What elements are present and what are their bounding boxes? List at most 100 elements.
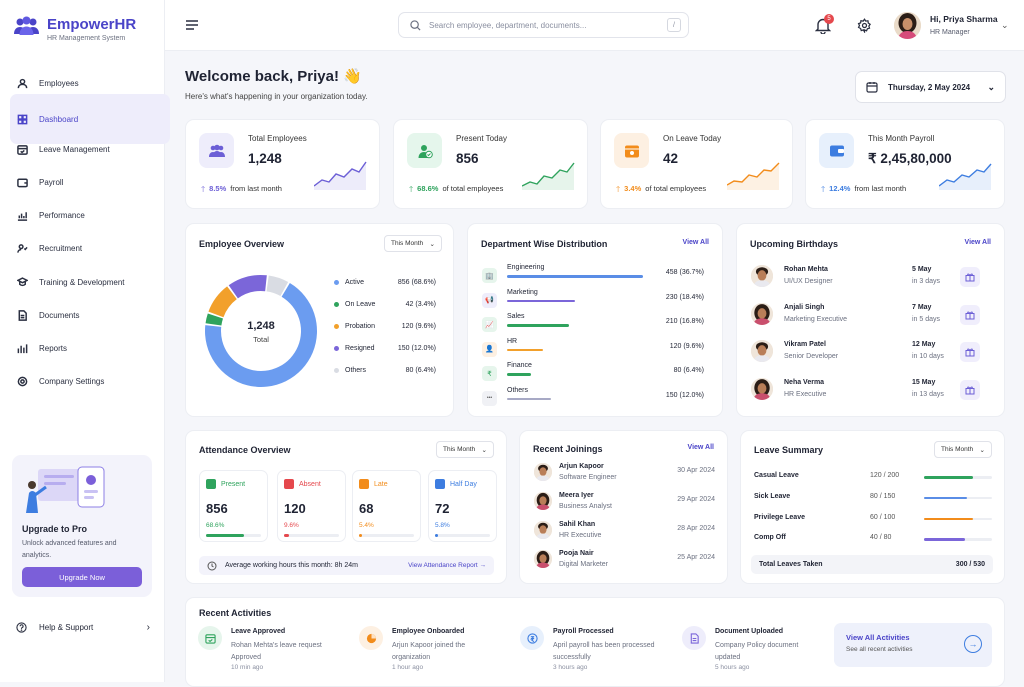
- search-input[interactable]: Search employee, department, documents..…: [429, 21, 586, 30]
- joining-row[interactable]: Arjun Kapoor Software Engineer 30 Apr 2024: [534, 461, 715, 489]
- legend-resigned: Resigned 150 (12.0%): [334, 345, 436, 352]
- department-row[interactable]: ₹ Finance 80 (6.4%): [482, 362, 704, 386]
- attendance-tile-half-day[interactable]: Half Day 72 5.8%: [428, 470, 497, 542]
- activity-time: 5 hours ago: [715, 664, 750, 671]
- view-attendance-report-link[interactable]: View Attendance Report →: [408, 562, 486, 569]
- training-icon: [17, 276, 28, 286]
- sidebar-item-documents[interactable]: Documents: [10, 300, 154, 330]
- sparkline: [522, 162, 575, 190]
- birthday-row[interactable]: Anjali Singh Marketing Executive 7 May in 5…: [751, 301, 980, 329]
- sidebar-item-payroll[interactable]: Payroll: [10, 168, 154, 198]
- joining-date: 29 Apr 2024: [677, 496, 715, 503]
- sparkline: [939, 163, 992, 190]
- department-bar: [507, 324, 570, 327]
- sidebar-item-recruitment[interactable]: Recruitment: [10, 234, 154, 264]
- stat-label: Present Today: [456, 134, 507, 143]
- help-support-link[interactable]: Help & Support ›: [16, 622, 150, 633]
- trend-up-icon: 🡑: [821, 185, 826, 194]
- donut-slice-probation[interactable]: [208, 286, 237, 318]
- leave-row: Comp Off 40 / 80: [754, 534, 992, 546]
- department-bar: [507, 348, 543, 351]
- stat-label: On Leave Today: [663, 134, 722, 143]
- activity-item[interactable]: Leave Approved Rohan Mehta's leave reques…: [198, 624, 358, 674]
- sidebar-item-dashboard[interactable]: Dashboard: [10, 94, 170, 144]
- activity-item[interactable]: Payroll Processed April payroll has been …: [520, 624, 680, 674]
- brand[interactable]: EmpowerHR HR Management System: [13, 16, 136, 42]
- sidebar-item-label: Reports: [39, 344, 68, 353]
- joining-role: Digital Marketer: [559, 561, 609, 568]
- department-name: Finance: [507, 362, 532, 369]
- trend-up-icon: 🡑: [409, 185, 414, 194]
- chevron-right-icon: ›: [146, 622, 150, 633]
- gift-icon[interactable]: [960, 267, 980, 287]
- attendance-tile-present[interactable]: Present 856 68.6%: [199, 470, 268, 542]
- sidebar-item-training-development[interactable]: Training & Development: [10, 267, 154, 297]
- department-view-all-link[interactable]: View All: [683, 239, 709, 246]
- gift-icon[interactable]: [960, 342, 980, 362]
- department-distribution-card: Department Wise Distribution View All 🏢 E…: [467, 223, 723, 417]
- leave-bar: [924, 496, 992, 500]
- view-all-activities-sub: See all recent activities: [846, 646, 913, 653]
- activity-item[interactable]: Document Uploaded Company Policy document…: [682, 624, 842, 674]
- joining-name: Arjun Kapoor: [559, 463, 604, 470]
- user-avatar[interactable]: [894, 12, 921, 39]
- sidebar-item-company-settings[interactable]: Company Settings: [10, 367, 154, 397]
- birthdays-view-all-link[interactable]: View All: [965, 239, 991, 246]
- leave-row: Casual Leave 120 / 200: [754, 472, 992, 484]
- department-bar: [507, 299, 576, 302]
- attendance-value: 856: [206, 501, 228, 516]
- birthday-row[interactable]: Neha Verma HR Executive 15 May in 13 days: [751, 376, 980, 404]
- activity-item[interactable]: Employee Onboarded Arjun Kapoor joined th…: [359, 624, 519, 674]
- department-row[interactable]: 📈 Sales 210 (16.8%): [482, 313, 704, 337]
- birthday-date: 12 May: [912, 341, 936, 348]
- department-name: HR: [507, 337, 518, 345]
- attendance-label: Late: [374, 480, 388, 488]
- department-icon: 👤: [482, 341, 497, 357]
- total-leaves-label: Total Leaves Taken: [759, 561, 823, 568]
- gift-icon[interactable]: [960, 379, 980, 400]
- sidebar-item-reports[interactable]: Reports: [10, 334, 154, 364]
- joining-row[interactable]: Meera Iyer Business Analyst 29 Apr 2024: [534, 490, 715, 518]
- date-picker[interactable]: Thursday, 2 May 2024 ⌄: [855, 71, 1006, 103]
- wallet-icon: [17, 178, 28, 188]
- upgrade-now-button[interactable]: Upgrade Now: [22, 567, 142, 587]
- stat-trend: 🡑 68.6% of total employees: [409, 184, 503, 198]
- attendance-tile-late[interactable]: Late 68 5.4%: [352, 470, 421, 542]
- sidebar-item-label: Recruitment: [39, 244, 83, 254]
- sidebar-item-label: Leave Management: [39, 144, 110, 154]
- attendance-filter-dropdown[interactable]: This Month ⌄: [436, 441, 494, 458]
- gear-icon[interactable]: [857, 18, 872, 33]
- leave-count: 40 / 80: [870, 534, 892, 542]
- attendance-tile-absent[interactable]: Absent 120 9.6%: [277, 470, 346, 542]
- leave-approved-icon: [198, 626, 222, 650]
- trend-value: 12.4%: [829, 184, 851, 193]
- joining-role: Software Engineer: [559, 474, 617, 481]
- chevron-down-icon[interactable]: ⌄: [1001, 20, 1009, 31]
- donut-slice-resigned[interactable]: [228, 275, 267, 299]
- attendance-label: Half Day: [450, 480, 477, 488]
- sidebar-item-performance[interactable]: Performance: [10, 201, 154, 231]
- joining-row[interactable]: Sahil Khan HR Executive 28 Apr 2024: [534, 519, 715, 547]
- trend-up-icon: 🡑: [616, 185, 621, 194]
- legend-label: On Leave: [345, 301, 376, 308]
- overview-filter-dropdown[interactable]: This Month ⌄: [384, 235, 442, 252]
- leave-filter-dropdown[interactable]: This Month ⌄: [934, 441, 992, 458]
- birthday-row[interactable]: Vikram Patel Senior Developer 12 May in 10 …: [751, 338, 980, 366]
- department-row[interactable]: 👤 HR 120 (9.6%): [482, 338, 704, 362]
- menu-icon[interactable]: [185, 19, 199, 31]
- birthday-name: Anjali Singh: [784, 303, 825, 311]
- recruitment-icon: [17, 244, 28, 254]
- search-box[interactable]: Search employee, department, documents..…: [398, 12, 689, 38]
- birthday-row[interactable]: Rohan Mehta UI/UX Designer 5 May in 3 days: [751, 263, 980, 291]
- birthday-countdown: in 3 days: [912, 278, 941, 285]
- leave-type: Sick Leave: [754, 492, 791, 500]
- joinings-view-all-link[interactable]: View All: [688, 444, 714, 451]
- view-all-activities-button[interactable]: View All Activities See all recent activ…: [834, 623, 992, 667]
- department-row[interactable]: 🏢 Engineering 458 (36.7%): [482, 264, 704, 288]
- gift-icon[interactable]: [960, 304, 980, 325]
- joining-row[interactable]: Pooja Nair Digital Marketer 25 Apr 2024: [534, 548, 715, 576]
- help-icon: [16, 622, 27, 633]
- department-row[interactable]: ••• Others 150 (12.0%): [482, 387, 704, 411]
- department-row[interactable]: 📢 Marketing 230 (18.4%): [482, 289, 704, 313]
- department-icon: 🏢: [482, 268, 497, 283]
